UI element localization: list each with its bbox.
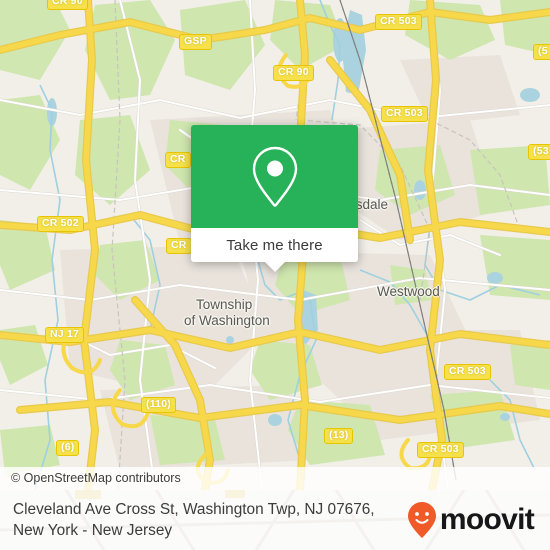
road-badge: (5 [533,44,550,60]
road-badge: CR 90 [47,0,88,10]
road-badge: CR 502 [37,216,84,232]
road-badge: CR 90 [273,65,314,81]
road-badge: CR [165,152,191,168]
bottom-bar-content: Cleveland Ave Cross St, Washington Twp, … [0,490,550,550]
address-text: Cleveland Ave Cross St, Washington Twp, … [13,499,407,541]
moovit-pin-icon [407,502,436,538]
road-badge: CR 503 [381,106,428,122]
road-badge: CR 503 [417,442,464,458]
bottom-info-bar: Cleveland Ave Cross St, Washington Twp, … [0,490,550,550]
screenshot-root: .g { fill:#cfe6ae; } .g2 { fill:#d9ead9;… [0,0,550,550]
map-pin-icon [252,146,297,207]
road-badge: (13) [324,428,354,444]
place-label-westwood: Westwood [377,284,440,299]
place-label-township: Township [196,297,253,312]
map-attribution[interactable]: © OpenStreetMap contributors [0,467,550,490]
moovit-wordmark: moovit [439,503,535,536]
road-badge: CR [166,238,192,254]
popup-tail [263,261,286,272]
road-badge: CR 503 [375,14,422,30]
road-badge: (110) [141,397,176,413]
place-label-washington: of Washington [184,313,270,328]
moovit-logo[interactable]: moovit [407,501,535,539]
road-badge: (6) [56,440,80,456]
road-badge: GSP [179,34,212,50]
map-popup-card[interactable]: Take me there [191,125,358,272]
address-line-2: New York - New Jersey [13,522,173,539]
road-badge: CR 503 [444,364,491,380]
popup-footer[interactable]: Take me there [191,228,358,272]
address-line-1: Cleveland Ave Cross St, Washington Twp, … [13,501,375,518]
road-badge: NJ 17 [45,327,85,343]
take-me-there-label: Take me there [226,236,323,254]
popup-image-area [191,125,358,228]
road-badge: (53 [528,144,550,160]
